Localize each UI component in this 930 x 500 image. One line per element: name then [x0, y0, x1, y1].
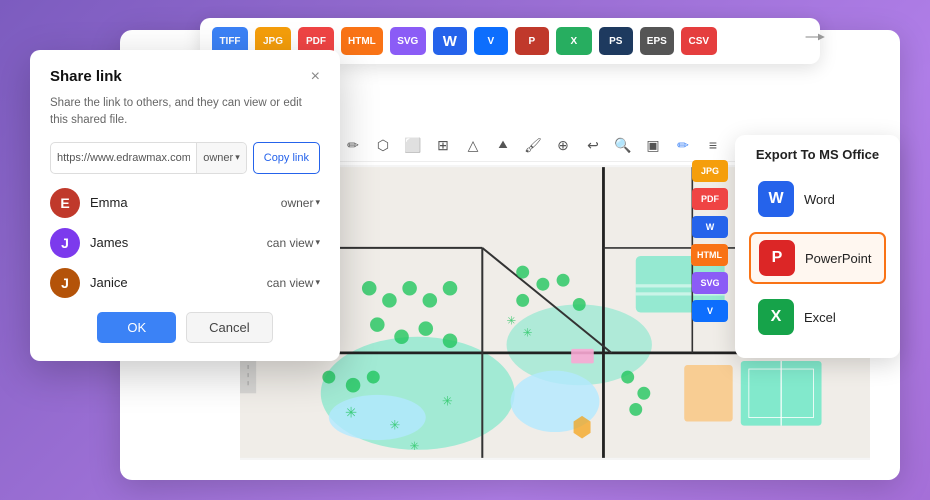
badge-ps[interactable]: PS: [599, 27, 633, 55]
arrow-indicator: [804, 28, 826, 46]
badge-svg[interactable]: SVG: [390, 27, 426, 55]
cancel-button[interactable]: Cancel: [186, 312, 272, 343]
avatar-janice: J: [50, 268, 80, 298]
user-row-james: J James can view ▾: [50, 228, 320, 258]
link-role-selector[interactable]: owner ▾: [196, 143, 246, 173]
svg-text:✳: ✳: [523, 328, 532, 340]
modal-header: Share link ×: [50, 68, 320, 85]
ppt-label: PowerPoint: [805, 251, 871, 266]
modal-actions: OK Cancel: [50, 312, 320, 343]
tool-zoom[interactable]: 🔍: [612, 134, 634, 156]
user-role-james[interactable]: can view ▾: [267, 236, 320, 250]
share-link-modal: Share link × Share the link to others, a…: [30, 50, 340, 361]
user-name-emma: Emma: [90, 195, 271, 210]
link-role-label: owner: [203, 152, 233, 164]
user-role-label-emma: owner: [281, 196, 314, 210]
side-badge-jpg[interactable]: JPG: [692, 160, 728, 182]
user-row-emma: E Emma owner ▾: [50, 188, 320, 218]
link-input[interactable]: [51, 148, 196, 168]
badge-visio[interactable]: V: [474, 27, 508, 55]
badge-eps[interactable]: EPS: [640, 27, 674, 55]
excel-icon: X: [758, 299, 794, 335]
tool-lines[interactable]: ≡: [702, 134, 724, 156]
word-icon: W: [758, 181, 794, 217]
excel-label: Excel: [804, 310, 836, 325]
modal-close-button[interactable]: ×: [311, 69, 320, 85]
tool-plus[interactable]: ⊕: [552, 134, 574, 156]
ok-button[interactable]: OK: [97, 312, 176, 343]
chevron-down-icon: ▾: [315, 197, 320, 208]
user-name-janice: Janice: [90, 275, 257, 290]
chevron-down-icon: ▾: [235, 152, 240, 163]
tool-table[interactable]: ⊞: [432, 134, 454, 156]
side-badge-visio[interactable]: V: [692, 300, 728, 322]
user-name-james: James: [90, 235, 257, 250]
side-badge-html[interactable]: HTML: [691, 244, 728, 266]
side-badge-svg[interactable]: SVG: [692, 272, 728, 294]
modal-link-row: owner ▾ Copy link: [50, 142, 320, 174]
side-badge-word[interactable]: W: [692, 216, 728, 238]
tool-shape-hex[interactable]: ⬡: [372, 134, 394, 156]
user-role-janice[interactable]: can view ▾: [267, 276, 320, 290]
export-items-list: W Word P PowerPoint X Excel: [749, 174, 886, 342]
tool-fill[interactable]: 🖌: [522, 134, 544, 156]
tool-shape-rect[interactable]: ⬜: [402, 134, 424, 156]
tool-triangle[interactable]: △: [462, 134, 484, 156]
tool-draw[interactable]: ✏: [672, 134, 694, 156]
modal-title: Share link: [50, 68, 122, 85]
chevron-down-icon: ▾: [315, 277, 320, 288]
modal-description: Share the link to others, and they can v…: [50, 95, 320, 130]
user-row-janice: J Janice can view ▾: [50, 268, 320, 298]
user-role-emma[interactable]: owner ▾: [281, 196, 320, 210]
export-panel-title: Export To MS Office: [749, 147, 886, 162]
user-role-label-janice: can view: [267, 276, 314, 290]
svg-text:✳: ✳: [507, 316, 516, 328]
export-item-powerpoint[interactable]: P PowerPoint: [749, 232, 886, 284]
chevron-down-icon: ▾: [315, 237, 320, 248]
badge-html[interactable]: HTML: [341, 27, 383, 55]
tool-pen[interactable]: ✏: [342, 134, 364, 156]
avatar-emma: E: [50, 188, 80, 218]
copy-link-button[interactable]: Copy link: [253, 142, 320, 174]
svg-text:✳: ✳: [345, 406, 357, 422]
tool-crop[interactable]: ▣: [642, 134, 664, 156]
export-item-excel[interactable]: X Excel: [749, 292, 886, 342]
svg-text:✳: ✳: [442, 393, 453, 408]
side-badge-pdf[interactable]: PDF: [692, 188, 728, 210]
word-label: Word: [804, 192, 835, 207]
svg-text:✳: ✳: [389, 418, 400, 433]
badge-csv[interactable]: CSV: [681, 27, 717, 55]
export-panel: Export To MS Office W Word P PowerPoint …: [735, 135, 900, 358]
tool-undo[interactable]: ↩: [582, 134, 604, 156]
export-item-word[interactable]: W Word: [749, 174, 886, 224]
svg-text:✳: ✳: [410, 441, 419, 453]
tool-mountain[interactable]: ⛰: [492, 134, 514, 156]
badge-xls[interactable]: X: [556, 27, 592, 55]
avatar-james: J: [50, 228, 80, 258]
link-input-wrap: owner ▾: [50, 142, 247, 174]
badge-word[interactable]: W: [433, 27, 467, 55]
ppt-icon: P: [759, 240, 795, 276]
user-role-label-james: can view: [267, 236, 314, 250]
badge-ppt[interactable]: P: [515, 27, 549, 55]
side-badges-column: JPG PDF W HTML SVG V: [691, 160, 728, 322]
